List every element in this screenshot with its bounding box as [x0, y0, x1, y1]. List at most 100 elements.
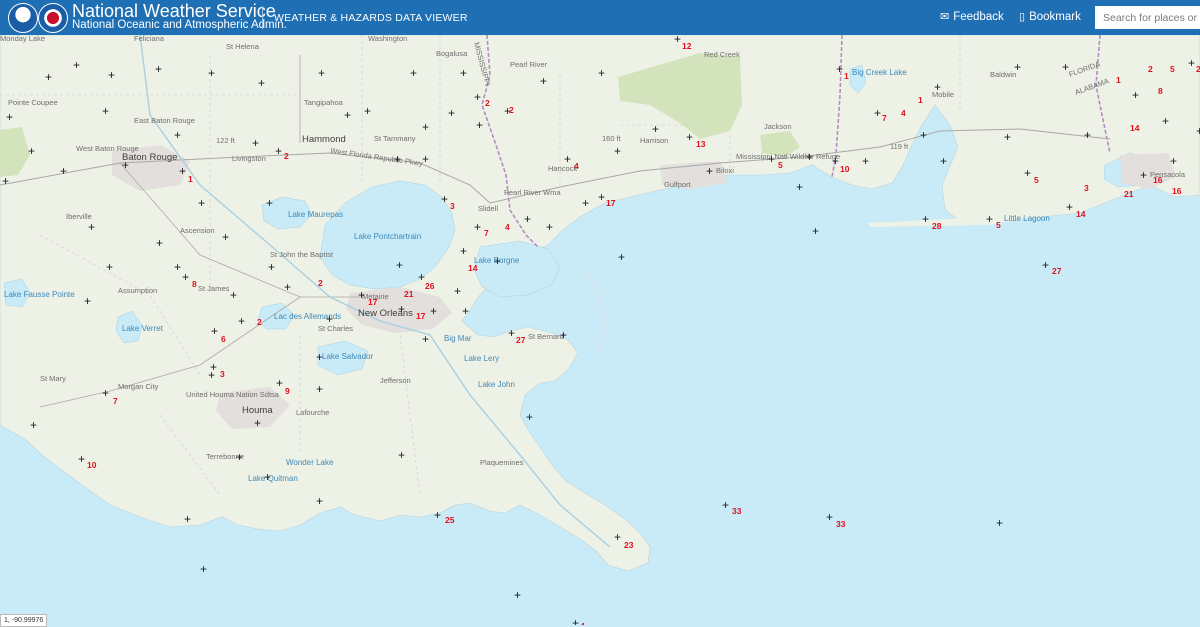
wind-speed-label[interactable]: 16: [1172, 186, 1182, 196]
station-marker[interactable]: +: [264, 470, 271, 484]
wind-speed-label[interactable]: 26: [425, 281, 435, 291]
wind-speed-label[interactable]: 3: [450, 201, 455, 211]
station-marker[interactable]: +: [1042, 258, 1049, 272]
station-marker[interactable]: +: [184, 512, 191, 526]
station-marker[interactable]: +: [462, 304, 469, 318]
wind-speed-label[interactable]: 13: [696, 139, 706, 149]
wind-speed-label[interactable]: 33: [836, 519, 846, 529]
station-marker[interactable]: +: [88, 220, 95, 234]
station-marker[interactable]: +: [806, 150, 813, 164]
station-marker[interactable]: +: [198, 196, 205, 210]
station-marker[interactable]: +: [996, 516, 1003, 530]
station-marker[interactable]: +: [73, 58, 80, 72]
station-marker[interactable]: +: [268, 260, 275, 274]
wind-speed-label[interactable]: 1: [918, 95, 923, 105]
feedback-button[interactable]: ✉ Feedback: [940, 10, 1004, 23]
station-marker[interactable]: +: [318, 66, 325, 80]
station-marker[interactable]: +: [1140, 168, 1147, 182]
station-marker[interactable]: +: [540, 74, 547, 88]
station-marker[interactable]: +: [238, 314, 245, 328]
station-marker[interactable]: +: [316, 494, 323, 508]
station-marker[interactable]: +: [674, 35, 681, 46]
wind-speed-label[interactable]: 25: [445, 515, 455, 525]
station-marker[interactable]: +: [1066, 200, 1073, 214]
station-marker[interactable]: +: [454, 284, 461, 298]
station-marker[interactable]: +: [422, 332, 429, 346]
station-marker[interactable]: +: [84, 294, 91, 308]
station-marker[interactable]: +: [200, 562, 207, 576]
station-marker[interactable]: +: [222, 230, 229, 244]
station-marker[interactable]: +: [836, 62, 843, 76]
wind-speed-label[interactable]: 7: [113, 396, 118, 406]
wind-speed-label[interactable]: 12: [682, 41, 692, 51]
wind-speed-label[interactable]: 4: [574, 161, 579, 171]
wind-speed-label[interactable]: 1: [188, 174, 193, 184]
station-marker[interactable]: +: [45, 70, 52, 84]
wind-speed-label[interactable]: 28: [932, 221, 942, 231]
station-marker[interactable]: +: [6, 110, 13, 124]
wind-speed-label[interactable]: 10: [840, 164, 850, 174]
wind-speed-label[interactable]: 3: [220, 369, 225, 379]
station-marker[interactable]: +: [398, 302, 405, 316]
map-view[interactable]: Baton Rouge Hammond Bogalusa Slidell Met…: [0, 35, 1200, 625]
station-marker[interactable]: +: [155, 62, 162, 76]
station-marker[interactable]: +: [28, 144, 35, 158]
wind-speed-label[interactable]: 27: [516, 335, 526, 345]
station-marker[interactable]: +: [211, 324, 218, 338]
station-marker[interactable]: +: [474, 90, 481, 104]
station-marker[interactable]: +: [572, 616, 579, 625]
station-marker[interactable]: +: [514, 588, 521, 602]
station-marker[interactable]: +: [1062, 60, 1069, 74]
wind-speed-label[interactable]: 21: [404, 289, 414, 299]
station-marker[interactable]: +: [174, 260, 181, 274]
station-marker[interactable]: +: [826, 510, 833, 524]
wind-speed-label[interactable]: 10: [87, 460, 97, 470]
wind-speed-label[interactable]: 2: [1148, 64, 1153, 74]
station-marker[interactable]: +: [796, 180, 803, 194]
bookmark-button[interactable]: ▯ Bookmark: [1019, 10, 1081, 23]
map-canvas[interactable]: Baton Rouge Hammond Bogalusa Slidell Met…: [0, 35, 1200, 625]
station-marker[interactable]: +: [358, 288, 365, 302]
station-marker[interactable]: +: [208, 66, 215, 80]
wind-speed-label[interactable]: 4: [901, 108, 906, 118]
wind-speed-label[interactable]: 7: [484, 228, 489, 238]
station-marker[interactable]: +: [460, 244, 467, 258]
station-marker[interactable]: +: [476, 118, 483, 132]
wind-speed-label[interactable]: 4: [505, 222, 510, 232]
station-marker[interactable]: +: [418, 270, 425, 284]
wind-speed-label[interactable]: 2: [509, 105, 514, 115]
nws-logo[interactable]: [38, 3, 68, 33]
station-marker[interactable]: +: [1004, 130, 1011, 144]
station-marker[interactable]: +: [1014, 60, 1021, 74]
station-marker[interactable]: +: [156, 236, 163, 250]
station-marker[interactable]: +: [316, 350, 323, 364]
station-marker[interactable]: +: [1188, 56, 1195, 70]
station-marker[interactable]: +: [686, 130, 693, 144]
wind-speed-label[interactable]: 17: [368, 297, 378, 307]
station-marker[interactable]: +: [430, 304, 437, 318]
station-marker[interactable]: +: [106, 260, 113, 274]
station-marker[interactable]: +: [722, 498, 729, 512]
station-marker[interactable]: +: [768, 152, 775, 166]
station-marker[interactable]: +: [122, 158, 129, 172]
wind-speed-label[interactable]: 33: [732, 506, 742, 516]
station-marker[interactable]: +: [494, 254, 501, 268]
station-marker[interactable]: +: [266, 196, 273, 210]
station-marker[interactable]: +: [258, 76, 265, 90]
station-marker[interactable]: +: [326, 312, 333, 326]
station-marker[interactable]: +: [284, 280, 291, 294]
station-marker[interactable]: +: [922, 212, 929, 226]
station-marker[interactable]: +: [546, 220, 553, 234]
station-marker[interactable]: +: [862, 154, 869, 168]
wind-speed-label[interactable]: 9: [285, 386, 290, 396]
search-input[interactable]: [1095, 6, 1200, 29]
wind-speed-label[interactable]: 2: [318, 278, 323, 288]
station-marker[interactable]: +: [30, 418, 37, 432]
station-marker[interactable]: +: [108, 68, 115, 82]
wind-speed-label[interactable]: 5: [1170, 64, 1175, 74]
wind-speed-label[interactable]: 5: [1034, 175, 1039, 185]
station-marker[interactable]: +: [2, 174, 9, 188]
station-marker[interactable]: +: [526, 410, 533, 424]
station-marker[interactable]: +: [179, 164, 186, 178]
wind-speed-label[interactable]: 23: [624, 540, 634, 550]
